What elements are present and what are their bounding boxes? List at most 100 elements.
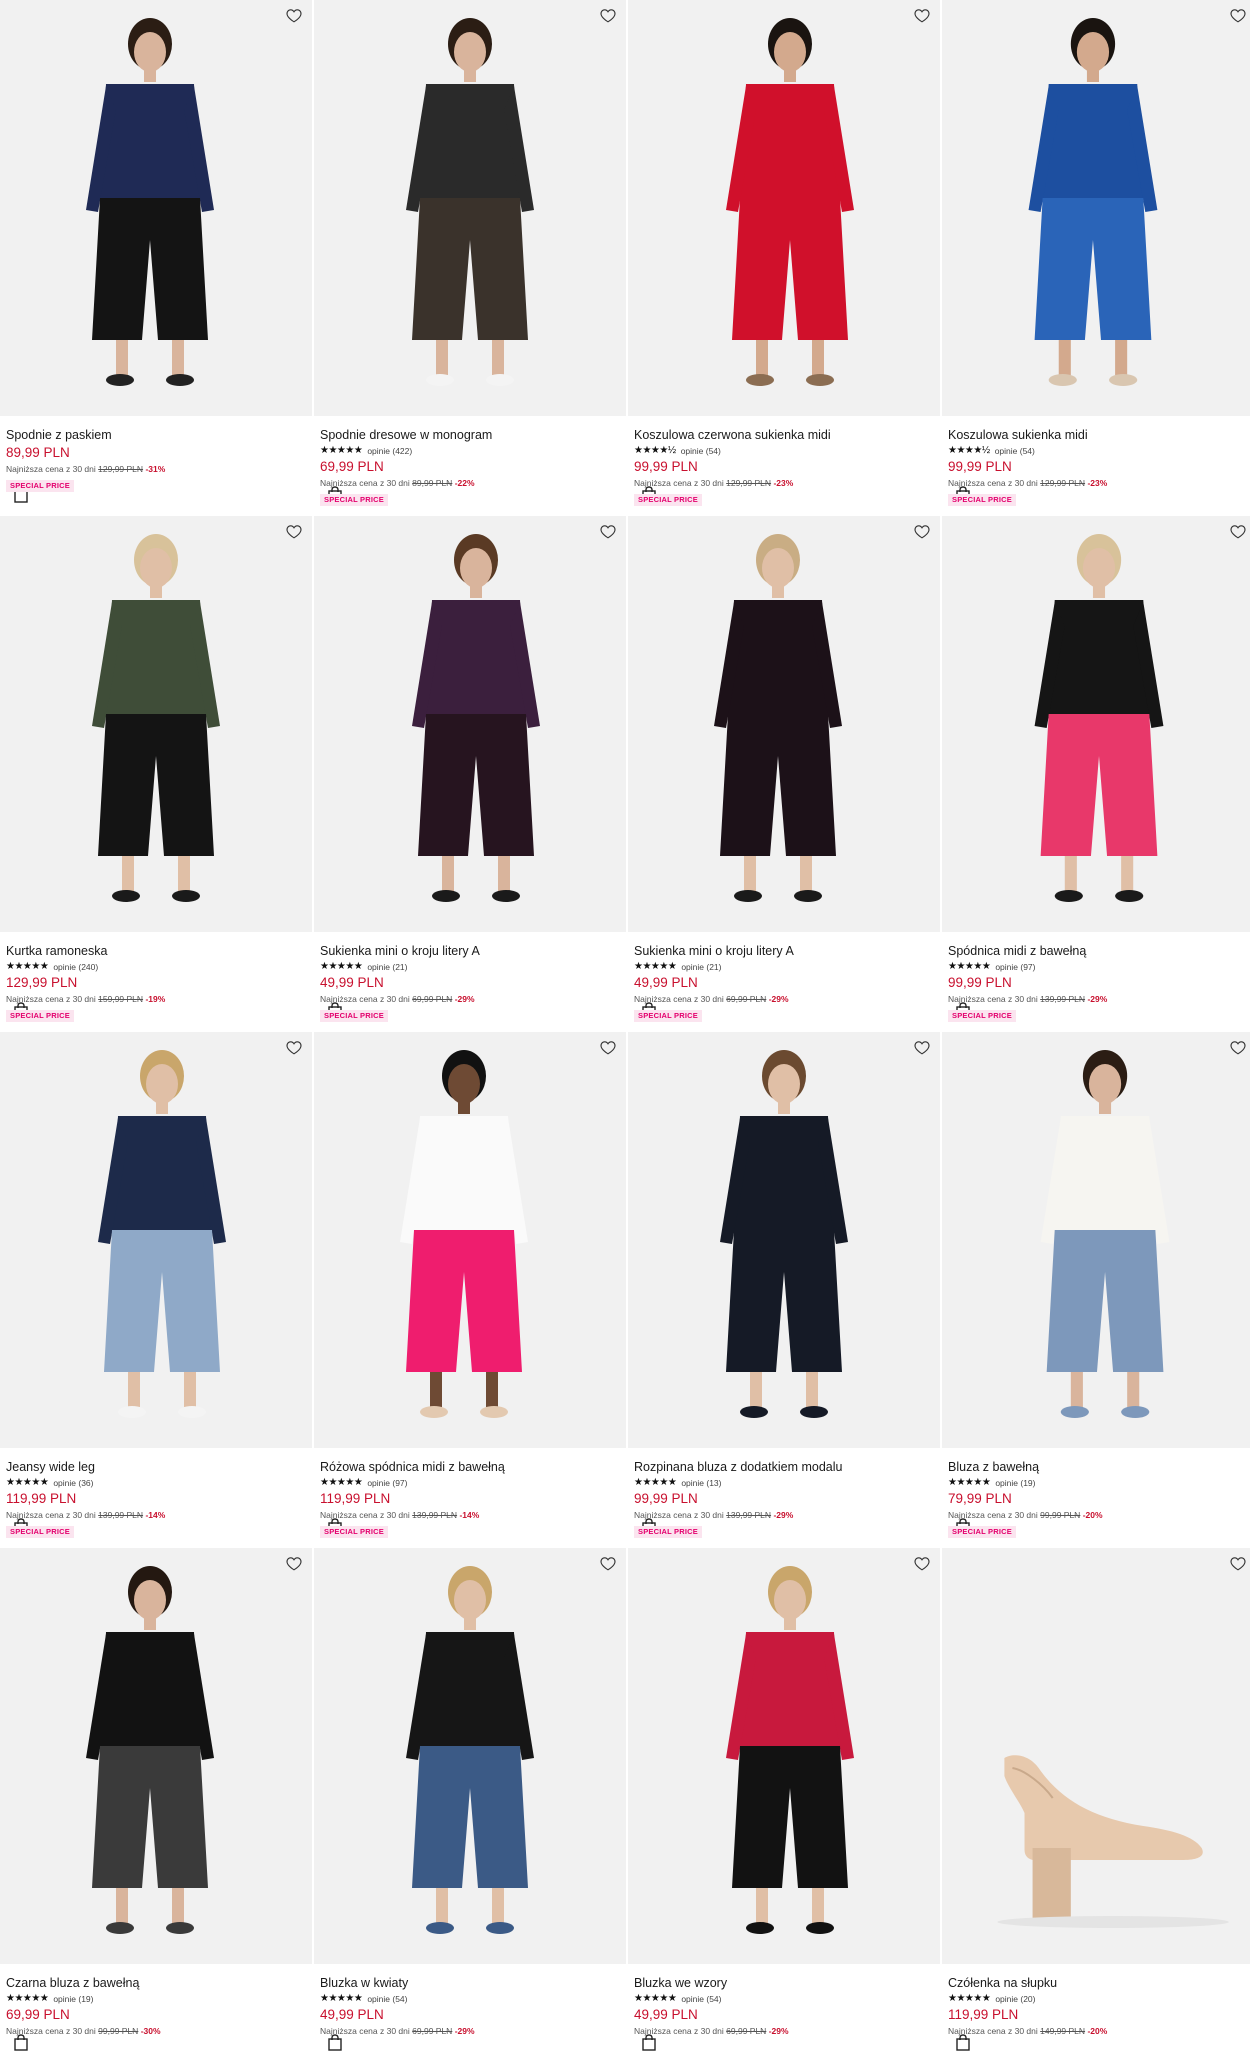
review-count[interactable]: opinie (19): [995, 1478, 1035, 1488]
product-card[interactable]: Bluzka we wzory ★★★★★ opinie (54) 49,99 PLN…: [628, 1548, 940, 2064]
product-info: Sukienka mini o kroju litery A ★★★★★ opini…: [320, 943, 620, 1023]
star-rating-icon: ★★★★★: [6, 1476, 49, 1488]
star-rating-icon: ★★★★★: [634, 1476, 677, 1488]
lowest-price-info: Najniższa cena z 30 dni 139,99 PLN -29%: [948, 993, 1250, 1005]
product-name[interactable]: Rozpinana bluza z dodatkiem modalu: [634, 1459, 934, 1475]
product-card[interactable]: Czółenka na słupku ★★★★★ opinie (20) 119,99…: [942, 1548, 1250, 2064]
product-info: Spodnie dresowe w monogram ★★★★★ opinie (4…: [320, 427, 620, 507]
product-photo[interactable]: [942, 516, 1250, 932]
product-photo[interactable]: [314, 516, 626, 932]
lowest-price-label: Najniższa cena z 30 dni: [948, 994, 1038, 1004]
product-photo[interactable]: [628, 1548, 940, 1964]
heart-outline-icon[interactable]: [284, 5, 304, 25]
product-photo[interactable]: [942, 1548, 1250, 1964]
review-count[interactable]: opinie (36): [53, 1478, 93, 1488]
old-price: 89,99 PLN: [412, 478, 453, 488]
product-card[interactable]: Koszulowa sukienka midi ★★★★½ opinie (54) 9…: [942, 0, 1250, 516]
review-count[interactable]: opinie (422): [367, 446, 412, 456]
product-photo[interactable]: [628, 1032, 940, 1448]
product-name[interactable]: Koszulowa sukienka midi: [948, 427, 1250, 443]
product-photo[interactable]: [942, 0, 1250, 416]
product-name[interactable]: Jeansy wide leg: [6, 1459, 306, 1475]
product-name[interactable]: Różowa spódnica midi z bawełną: [320, 1459, 620, 1475]
product-name[interactable]: Spodnie z paskiem: [6, 427, 306, 443]
product-photo[interactable]: [314, 0, 626, 416]
heart-outline-icon[interactable]: [284, 1037, 304, 1057]
review-count[interactable]: opinie (54): [367, 1994, 407, 2004]
product-name[interactable]: Bluza z bawełną: [948, 1459, 1250, 1475]
product-card[interactable]: Spodnie z paskiem 89,99 PLN Najniższa cena…: [0, 0, 312, 516]
product-photo[interactable]: [0, 516, 312, 932]
review-count[interactable]: opinie (54): [995, 446, 1035, 456]
discount-percent: -14%: [145, 1510, 166, 1520]
lowest-price-label: Najniższa cena z 30 dni: [6, 994, 96, 1004]
heart-outline-icon[interactable]: [912, 1553, 932, 1573]
product-name[interactable]: Bluzka w kwiaty: [320, 1975, 620, 1991]
heart-outline-icon[interactable]: [598, 1553, 618, 1573]
product-card[interactable]: Kurtka ramoneska ★★★★★ opinie (240) 129,99 …: [0, 516, 312, 1032]
product-name[interactable]: Bluzka we wzory: [634, 1975, 934, 1991]
product-photo[interactable]: [314, 1548, 626, 1964]
lowest-price-info: Najniższa cena z 30 dni 69,99 PLN -29%: [320, 2025, 620, 2037]
heart-outline-icon[interactable]: [912, 1037, 932, 1057]
star-rating-icon: ★★★★★: [6, 1992, 49, 2004]
product-card[interactable]: Bluza z bawełną ★★★★★ opinie (19) 79,99 PLN…: [942, 1032, 1250, 1548]
heart-outline-icon[interactable]: [284, 521, 304, 541]
review-count[interactable]: opinie (21): [367, 962, 407, 972]
review-count[interactable]: opinie (97): [367, 1478, 407, 1488]
heart-outline-icon[interactable]: [598, 5, 618, 25]
heart-outline-icon[interactable]: [598, 1037, 618, 1057]
review-count[interactable]: opinie (54): [681, 1994, 721, 2004]
product-card[interactable]: Spódnica midi z bawełną ★★★★★ opinie (97) 9…: [942, 516, 1250, 1032]
product-photo[interactable]: [0, 0, 312, 416]
old-price: 139,99 PLN: [1040, 994, 1086, 1004]
review-count[interactable]: opinie (13): [681, 1478, 721, 1488]
heart-outline-icon[interactable]: [1228, 1553, 1248, 1573]
review-count[interactable]: opinie (19): [53, 1994, 93, 2004]
product-photo[interactable]: [942, 1032, 1250, 1448]
product-card[interactable]: Koszulowa czerwona sukienka midi ★★★★½ opi…: [628, 0, 940, 516]
product-name[interactable]: Spódnica midi z bawełną: [948, 943, 1250, 959]
product-card[interactable]: Różowa spódnica midi z bawełną ★★★★★ opini…: [314, 1032, 626, 1548]
product-photo[interactable]: [0, 1548, 312, 1964]
star-rating-icon: ★★★★★: [634, 1992, 677, 2004]
product-card[interactable]: Sukienka mini o kroju litery A ★★★★★ opini…: [628, 516, 940, 1032]
heart-outline-icon[interactable]: [284, 1553, 304, 1573]
special-price-badge: SPECIAL PRICE: [320, 494, 388, 506]
heart-outline-icon[interactable]: [598, 521, 618, 541]
product-name[interactable]: Sukienka mini o kroju litery A: [320, 943, 620, 959]
product-card[interactable]: Jeansy wide leg ★★★★★ opinie (36) 119,99 PL…: [0, 1032, 312, 1548]
heart-outline-icon[interactable]: [912, 521, 932, 541]
heart-outline-icon[interactable]: [1228, 5, 1248, 25]
product-name[interactable]: Czarna bluza z bawełną: [6, 1975, 306, 1991]
product-card[interactable]: Rozpinana bluza z dodatkiem modalu ★★★★★ o…: [628, 1032, 940, 1548]
review-count[interactable]: opinie (21): [681, 962, 721, 972]
heart-outline-icon[interactable]: [912, 5, 932, 25]
product-name[interactable]: Kurtka ramoneska: [6, 943, 306, 959]
product-card[interactable]: Sukienka mini o kroju litery A ★★★★★ opini…: [314, 516, 626, 1032]
review-count[interactable]: opinie (54): [681, 446, 721, 456]
product-photo[interactable]: [628, 0, 940, 416]
heart-outline-icon[interactable]: [1228, 1037, 1248, 1057]
product-name[interactable]: Czółenka na słupku: [948, 1975, 1250, 1991]
review-count[interactable]: opinie (240): [53, 962, 98, 972]
product-photo[interactable]: [0, 1032, 312, 1448]
lowest-price-label: Najniższa cena z 30 dni: [6, 1510, 96, 1520]
discount-percent: -29%: [454, 994, 475, 1004]
product-name[interactable]: Koszulowa czerwona sukienka midi: [634, 427, 934, 443]
product-name[interactable]: Spodnie dresowe w monogram: [320, 427, 620, 443]
product-card[interactable]: Spodnie dresowe w monogram ★★★★★ opinie (4…: [314, 0, 626, 516]
discount-percent: -30%: [140, 2026, 161, 2036]
special-price-badge: SPECIAL PRICE: [6, 1010, 74, 1022]
heart-outline-icon[interactable]: [1228, 521, 1248, 541]
review-count[interactable]: opinie (20): [995, 1994, 1035, 2004]
product-photo[interactable]: [314, 1032, 626, 1448]
product-card[interactable]: Czarna bluza z bawełną ★★★★★ opinie (19) 69…: [0, 1548, 312, 2064]
product-rating: ★★★★★ opinie (19): [6, 1992, 306, 2005]
review-count[interactable]: opinie (97): [995, 962, 1035, 972]
product-photo[interactable]: [628, 516, 940, 932]
product-price: 99,99 PLN: [634, 1491, 698, 1506]
product-info: Bluza z bawełną ★★★★★ opinie (19) 79,99 PLN…: [948, 1459, 1250, 1539]
product-name[interactable]: Sukienka mini o kroju litery A: [634, 943, 934, 959]
product-card[interactable]: Bluzka w kwiaty ★★★★★ opinie (54) 49,99 PLN…: [314, 1548, 626, 2064]
